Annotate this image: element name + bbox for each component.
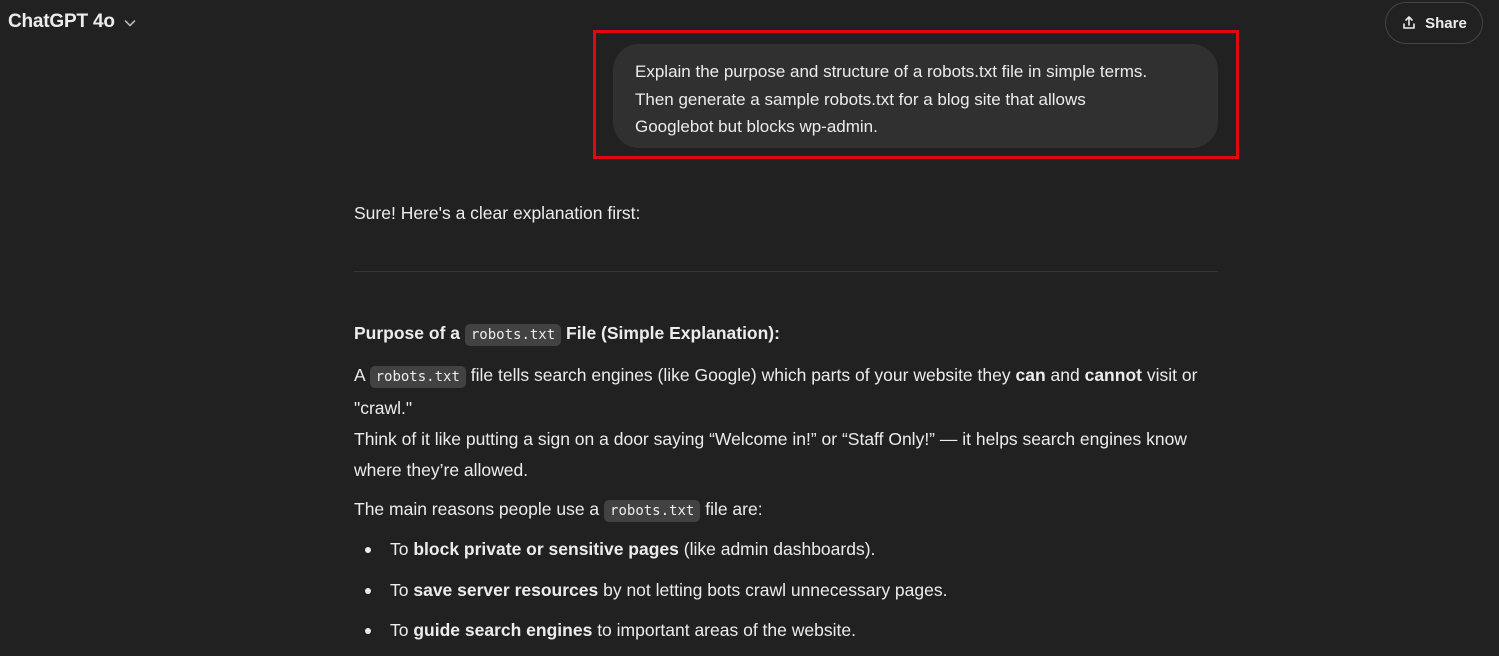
para-text: and [1050, 365, 1080, 385]
divider [354, 271, 1218, 272]
share-label: Share [1425, 14, 1467, 32]
item-text: To [390, 539, 409, 559]
bold-text: save server resources [413, 579, 599, 600]
assistant-intro: Sure! Here's a clear explanation first: [354, 203, 641, 223]
para-text: The main reasons people use a [354, 499, 600, 519]
heading-text: Purpose of a [354, 323, 460, 343]
bold-text: cannot [1084, 365, 1142, 385]
paragraph-reasons: The main reasons people use a robots.txt… [354, 494, 763, 526]
item-text: by not letting bots crawl unnecessary pa… [603, 579, 948, 600]
heading-text: File (Simple Explanation): [566, 323, 780, 343]
para-text: file tells search engines (like Google) … [470, 365, 1011, 385]
user-message-line: Explain the purpose and structure of a r… [635, 62, 1148, 81]
item-text: (like admin dashboards). [683, 539, 876, 559]
inline-code: robots.txt [464, 324, 562, 346]
share-icon [1401, 15, 1417, 31]
section-heading: Purpose of a robots.txt File (Simple Exp… [354, 318, 780, 350]
list-item: To save server resources by not letting … [354, 575, 947, 616]
chevron-down-icon [123, 16, 137, 30]
share-button[interactable]: Share [1385, 2, 1483, 44]
model-switcher[interactable]: ChatGPT 4o [8, 11, 137, 33]
list-item: To block private or sensitive pages (lik… [354, 534, 947, 575]
user-message-line: Googlebot but blocks wp-admin. [635, 117, 878, 136]
user-message-line: Then generate a sample robots.txt for a … [635, 89, 1086, 109]
item-text: To [390, 579, 409, 600]
bold-text: block private or sensitive pages [413, 539, 679, 559]
reasons-list: To block private or sensitive pages (lik… [354, 534, 947, 656]
inline-code: robots.txt [369, 366, 466, 388]
list-item: To guide search engines to important are… [354, 615, 947, 656]
para-text: A [354, 365, 365, 385]
user-message-bubble: Explain the purpose and structure of a r… [613, 44, 1218, 148]
paragraph-purpose: A robots.txt file tells search engines (… [354, 360, 1220, 486]
inline-code: robots.txt [604, 500, 701, 522]
item-text: To [390, 620, 409, 640]
model-name: ChatGPT 4o [8, 11, 115, 32]
para-text: file are: [705, 499, 763, 519]
item-text: to important areas of the website. [597, 620, 856, 640]
para-text: Think of it like putting a sign on a doo… [354, 429, 1187, 480]
bold-text: can [1015, 365, 1046, 385]
bold-text: guide search engines [413, 620, 593, 640]
